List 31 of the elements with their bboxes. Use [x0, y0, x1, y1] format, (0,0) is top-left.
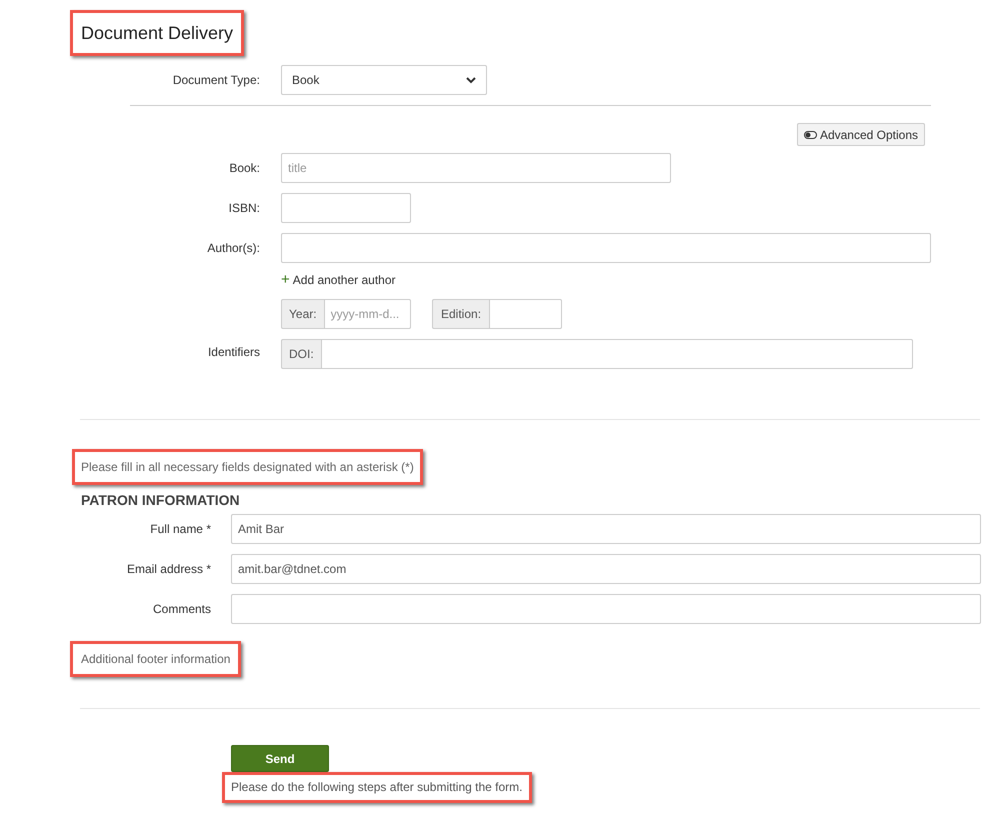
field-label: Email address *	[126, 561, 211, 578]
advanced-options-button[interactable]: Advanced Options	[796, 123, 925, 146]
author-field[interactable]	[281, 233, 931, 263]
document-type-select[interactable]: Book	[281, 65, 487, 95]
toggle-icon	[804, 130, 817, 138]
field-label: Book:	[228, 160, 260, 177]
field-label: ISBN:	[228, 200, 260, 217]
field-addon: DOI:	[281, 339, 322, 369]
chevron-down-icon	[466, 76, 476, 84]
year-field[interactable]: yyyy-mm-d...	[324, 299, 411, 329]
field-label: Identifiers	[206, 344, 260, 361]
doi-field[interactable]	[322, 339, 913, 369]
edition-field[interactable]	[490, 299, 562, 329]
field-label: Comments	[152, 601, 211, 618]
section-heading: PATRON INFORMATION	[81, 491, 241, 509]
field-addon: Edition:	[432, 299, 490, 329]
after-submit-text: Please do the following steps after submitting the form.	[231, 780, 522, 795]
field-label: Full name *	[149, 521, 211, 538]
field-label: Author(s):	[206, 240, 260, 257]
required-fields-notice: Please fill in all necessary fields designated with an asterisk (*)	[81, 459, 414, 476]
page-title: Document Delivery	[81, 22, 234, 44]
field-addon: Year:	[281, 299, 325, 329]
text-field[interactable]: Amit Bar	[231, 514, 981, 544]
add-author-link[interactable]: + Add another author	[281, 271, 396, 289]
isbn-field[interactable]	[281, 193, 411, 223]
footer-text: Additional footer information	[81, 652, 230, 666]
text-field[interactable]	[231, 594, 981, 624]
book-title-field[interactable]: title	[281, 153, 671, 183]
send-button[interactable]: Send	[231, 745, 329, 772]
text-field[interactable]: amit.bar@tdnet.com	[231, 554, 981, 584]
field-label: Document Type:	[172, 72, 260, 89]
